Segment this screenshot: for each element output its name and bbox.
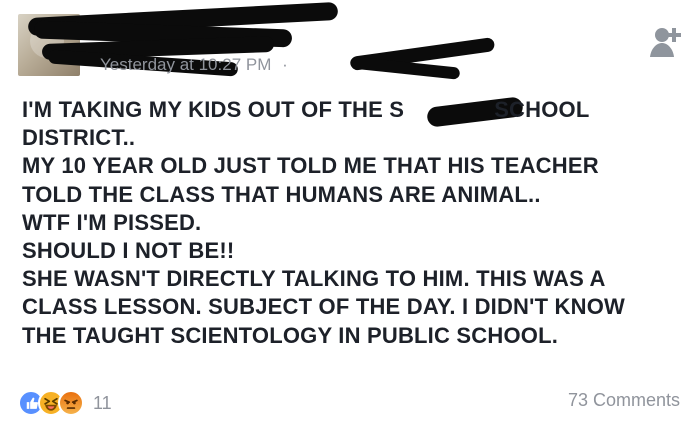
post-line-8: CLASS LESSON. SUBJECT OF THE DAY. I DIDN… xyxy=(22,294,625,320)
post-line-1: I'M TAKING MY KIDS OUT OF THE S SCHOOL xyxy=(22,96,682,124)
post-meta: Yesterday at 10:27 PM · xyxy=(100,55,288,75)
reaction-count[interactable]: 11 xyxy=(93,393,112,414)
comments-link[interactable]: 73 Comments xyxy=(568,390,680,411)
post-line-4: TOLD THE CLASS THAT HUMANS ARE ANIMAL.. xyxy=(22,181,541,207)
add-friend-icon[interactable] xyxy=(648,24,684,60)
post-line-7: SHE WASN'T DIRECTLY TALKING TO HIM. THIS… xyxy=(22,266,606,292)
meta-separator: · xyxy=(282,55,288,74)
post-line-9: THE TAUGHT SCIENTOLOGY IN PUBLIC SCHOOL. xyxy=(22,322,559,348)
reaction-summary[interactable]: 11 xyxy=(18,389,112,417)
angry-icon[interactable] xyxy=(58,390,84,416)
timestamp[interactable]: Yesterday at 10:27 PM xyxy=(100,55,271,74)
post-line-1-start: I'M TAKING MY KIDS OUT OF THE S xyxy=(22,97,405,122)
post-line-3: MY 10 YEAR OLD JUST TOLD ME THAT HIS TEA… xyxy=(22,153,599,179)
redacted-school-name xyxy=(404,111,494,112)
post-line-1-end: SCHOOL xyxy=(494,97,590,122)
post-line-6: SHOULD I NOT BE!! xyxy=(22,238,235,264)
post-line-5: WTF I'M PISSED. xyxy=(22,209,202,235)
post-line-2: DISTRICT.. xyxy=(22,125,136,151)
post-body: I'M TAKING MY KIDS OUT OF THE S SCHOOL DI… xyxy=(22,96,682,350)
